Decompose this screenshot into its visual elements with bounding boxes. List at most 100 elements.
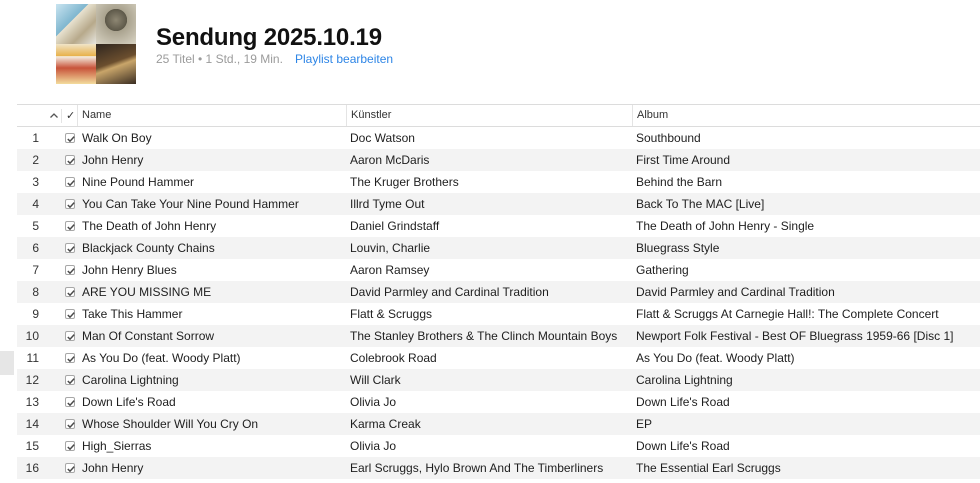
track-artist: Karma Creak xyxy=(350,417,421,431)
table-row[interactable]: 5 The Death of John Henry Daniel Grindstaf… xyxy=(17,215,980,237)
track-artist: Will Clark xyxy=(350,373,401,387)
table-row[interactable]: 15 High_Sierras Olivia Jo Down Life's Road xyxy=(17,435,980,457)
track-album: Gathering xyxy=(636,263,689,277)
track-album: Flatt & Scruggs At Carnegie Hall!: The C… xyxy=(636,307,939,321)
playlist-summary: 25 Titel • 1 Std., 19 Min. xyxy=(156,52,283,66)
track-artist: Olivia Jo xyxy=(350,439,397,453)
track-album: Carolina Lightning xyxy=(636,373,733,387)
track-artist: Earl Scruggs, Hylo Brown And The Timberl… xyxy=(350,461,604,475)
track-checkbox[interactable] xyxy=(65,199,75,209)
album-cover-thumbnail xyxy=(56,44,96,84)
track-number: 2 xyxy=(32,153,39,167)
checkmark-icon xyxy=(67,422,75,429)
track-artist: Aaron McDaris xyxy=(350,153,430,167)
track-artist: Colebrook Road xyxy=(350,351,437,365)
track-number: 3 xyxy=(32,175,39,189)
track-name: The Death of John Henry xyxy=(82,219,217,233)
track-number: 12 xyxy=(25,373,39,387)
table-row[interactable]: 8 ARE YOU MISSING ME David Parmley and Car… xyxy=(17,281,980,303)
track-album: David Parmley and Cardinal Tradition xyxy=(636,285,835,299)
table-row[interactable]: 7 John Henry Blues Aaron Ramsey Gathering xyxy=(17,259,980,281)
table-row[interactable]: 2 John Henry Aaron McDaris First Time Aroun… xyxy=(17,149,980,171)
track-number: 13 xyxy=(25,395,39,409)
track-artist: Daniel Grindstaff xyxy=(350,219,440,233)
track-checkbox[interactable] xyxy=(65,419,75,429)
table-row[interactable]: 11 As You Do (feat. Woody Platt) Colebrook… xyxy=(17,347,980,369)
checkmark-icon xyxy=(67,466,75,473)
table-row[interactable]: 9 Take This Hammer Flatt & Scruggs Flatt & … xyxy=(17,303,980,325)
track-name: You Can Take Your Nine Pound Hammer xyxy=(82,197,299,211)
table-row[interactable]: 3 Nine Pound Hammer The Kruger Brothers Beh… xyxy=(17,171,980,193)
checkmark-icon xyxy=(67,334,75,341)
track-artist: The Kruger Brothers xyxy=(350,175,459,189)
track-number: 1 xyxy=(32,131,39,145)
track-checkbox[interactable] xyxy=(65,155,75,165)
table-row[interactable]: 14 Whose Shoulder Will You Cry On Karma Cr… xyxy=(17,413,980,435)
table-row[interactable]: 10 Man Of Constant Sorrow The Stanley Brot… xyxy=(17,325,980,347)
track-checkbox[interactable] xyxy=(65,287,75,297)
track-name: ARE YOU MISSING ME xyxy=(82,285,212,299)
track-checkbox[interactable] xyxy=(65,397,75,407)
track-checkbox[interactable] xyxy=(65,353,75,363)
track-album: As You Do (feat. Woody Platt) xyxy=(636,351,795,365)
track-list: 1 Walk On Boy Doc Watson Southbound 2 John He… xyxy=(17,127,980,479)
track-checkbox[interactable] xyxy=(65,309,75,319)
track-album: Down Life's Road xyxy=(636,395,730,409)
checkmark-icon xyxy=(67,312,75,319)
track-number: 5 xyxy=(32,219,39,233)
playlist-artwork[interactable] xyxy=(56,4,136,84)
track-number: 15 xyxy=(25,439,39,453)
track-number: 9 xyxy=(32,307,39,321)
track-artist: Olivia Jo xyxy=(350,395,397,409)
track-checkbox[interactable] xyxy=(65,221,75,231)
album-cover-thumbnail xyxy=(56,4,96,44)
checkmark-icon xyxy=(67,356,75,363)
edit-playlist-link[interactable]: Playlist bearbeiten xyxy=(295,52,393,66)
track-number: 14 xyxy=(25,417,39,431)
track-checkbox[interactable] xyxy=(65,133,75,143)
track-album: Back To The MAC [Live] xyxy=(636,197,765,211)
column-header-name[interactable]: Name xyxy=(77,105,344,126)
track-name: Walk On Boy xyxy=(82,131,152,145)
track-name: Nine Pound Hammer xyxy=(82,175,195,189)
track-artist: Louvin, Charlie xyxy=(350,241,431,255)
track-name: High_Sierras xyxy=(82,439,152,453)
track-album: First Time Around xyxy=(636,153,731,167)
track-name: John Henry Blues xyxy=(82,263,177,277)
scroll-position-marker xyxy=(0,351,14,375)
track-artist: David Parmley and Cardinal Tradition xyxy=(350,285,549,299)
table-row[interactable]: 13 Down Life's Road Olivia Jo Down Life's R… xyxy=(17,391,980,413)
track-checkbox[interactable] xyxy=(65,331,75,341)
table-row[interactable]: 12 Carolina Lightning Will Clark Carolina L… xyxy=(17,369,980,391)
checkmark-column-header[interactable]: ✓ xyxy=(61,109,75,123)
track-artist: Aaron Ramsey xyxy=(350,263,430,277)
track-checkbox[interactable] xyxy=(65,463,75,473)
track-artist: Doc Watson xyxy=(350,131,415,145)
track-name: Man Of Constant Sorrow xyxy=(82,329,215,343)
track-artist: The Stanley Brothers & The Clinch Mounta… xyxy=(350,329,618,343)
track-number: 4 xyxy=(32,197,39,211)
table-row[interactable]: 1 Walk On Boy Doc Watson Southbound xyxy=(17,127,980,149)
chevron-up-icon[interactable] xyxy=(47,109,61,123)
track-name: Carolina Lightning xyxy=(82,373,179,387)
track-checkbox[interactable] xyxy=(65,265,75,275)
playlist-header: Sendung 2025.10.19 25 Titel • 1 Std., 19… xyxy=(0,0,980,104)
track-number: 6 xyxy=(32,241,39,255)
track-name: John Henry xyxy=(82,461,144,475)
column-header-artist[interactable]: Künstler xyxy=(346,105,632,126)
track-number: 11 xyxy=(26,351,39,365)
track-number: 10 xyxy=(25,329,39,343)
track-checkbox[interactable] xyxy=(65,243,75,253)
table-row[interactable]: 4 You Can Take Your Nine Pound Hammer Illr… xyxy=(17,193,980,215)
track-checkbox[interactable] xyxy=(65,177,75,187)
track-album: Newport Folk Festival - Best OF Bluegras… xyxy=(636,329,954,343)
column-header-album[interactable]: Album xyxy=(632,105,980,126)
track-checkbox[interactable] xyxy=(65,375,75,385)
table-row[interactable]: 6 Blackjack County Chains Louvin, Charlie B… xyxy=(17,237,980,259)
track-album: The Essential Earl Scruggs xyxy=(636,461,781,475)
track-checkbox[interactable] xyxy=(65,441,75,451)
album-cover-thumbnail xyxy=(96,4,136,44)
playlist-title: Sendung 2025.10.19 xyxy=(156,24,382,51)
checkmark-icon xyxy=(67,202,75,209)
table-row[interactable]: 16 John Henry Earl Scruggs, Hylo Brown And… xyxy=(17,457,980,479)
